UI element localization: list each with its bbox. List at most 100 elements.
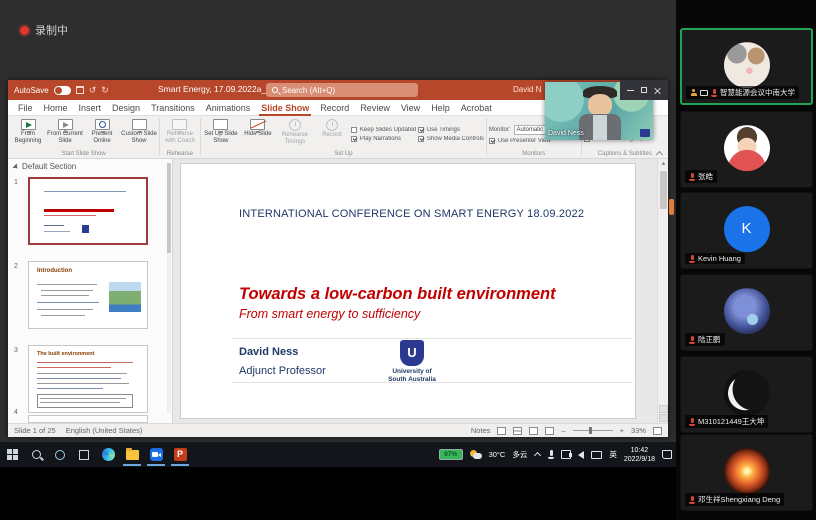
participant-tile[interactable]: 张皓 (680, 111, 813, 188)
slide-scrollbar[interactable]: ▲ (657, 159, 668, 423)
weather-icon[interactable] (470, 450, 482, 460)
language-indicator[interactable]: English (United States) (66, 426, 143, 435)
slide-1-thumbnail[interactable] (28, 177, 148, 245)
search-input[interactable]: Search (Alt+Q) (266, 83, 418, 97)
powerpoint-button[interactable]: P (168, 442, 192, 467)
tab-transitions[interactable]: Transitions (151, 103, 195, 113)
slide-3-thumbnail[interactable]: The built environment (28, 345, 148, 413)
tab-file[interactable]: File (18, 103, 33, 113)
date: 2022/9/18 (624, 455, 655, 464)
ppt-workspace: Default Section 1 2 Introduction (8, 159, 668, 423)
previous-slide-button[interactable] (659, 405, 668, 413)
participant-tile[interactable]: 智慧能源会议中南大学 (680, 28, 813, 105)
slide-4-thumbnail[interactable] (28, 415, 148, 423)
autosave-toggle[interactable] (54, 86, 71, 95)
record-button[interactable]: Record (314, 118, 350, 151)
thumbnail-scrollbar[interactable] (167, 163, 171, 413)
play-narrations-checkbox[interactable]: Play Narrations (351, 136, 417, 142)
account-name[interactable]: David N (513, 85, 541, 94)
university-logo: U University of South Australia (377, 340, 447, 383)
thumb-title: The built environment (37, 351, 94, 357)
recording-label: 录制中 (35, 22, 68, 38)
tab-insert[interactable]: Insert (79, 103, 102, 113)
mic-muted-icon (689, 496, 695, 504)
tab-slide-show[interactable]: Slide Show (261, 103, 309, 113)
meeting-camera-icon (150, 448, 163, 461)
hidden-icons-chevron[interactable] (534, 451, 541, 458)
from-beginning-button[interactable]: From Beginning (10, 118, 46, 151)
slideshow-view-icon[interactable] (545, 427, 554, 435)
ime-indicator[interactable]: 英 (609, 449, 617, 460)
scroll-up-icon[interactable]: ▲ (658, 159, 669, 169)
tab-view[interactable]: View (401, 103, 420, 113)
notes-button[interactable]: Notes (471, 426, 491, 435)
slide-canvas[interactable]: INTERNATIONAL CONFERENCE ON SMART ENERGY… (180, 163, 636, 419)
collapse-ribbon-icon[interactable] (656, 151, 664, 156)
scrollbar-thumb[interactable] (660, 171, 667, 209)
microphone-tray-icon[interactable] (548, 450, 554, 459)
zoom-slider[interactable] (573, 430, 613, 431)
weather-desc[interactable]: 多云 (512, 449, 527, 460)
action-center-icon[interactable] (662, 450, 672, 459)
show-media-controls-checkbox[interactable]: Show Media Controls (418, 136, 484, 142)
system-tray: 97% 30°C 多云 英 10:42 2022/9/18 (439, 446, 676, 464)
zoom-in-icon[interactable]: + (620, 426, 624, 435)
author-role: Adjunct Professor (239, 365, 326, 377)
reading-view-icon[interactable] (529, 427, 538, 435)
tab-acrobat[interactable]: Acrobat (461, 103, 492, 113)
keep-slides-updated-checkbox[interactable]: Keep Slides Updated (351, 127, 417, 133)
undo-icon[interactable]: ↺ (89, 86, 97, 95)
rehearse-timings-button[interactable]: Rehearse Timings (277, 118, 313, 151)
file-explorer-button[interactable] (120, 442, 144, 467)
cortana-button[interactable] (48, 442, 72, 467)
touch-keyboard-icon[interactable] (591, 451, 602, 459)
start-button[interactable] (0, 442, 24, 467)
tab-review[interactable]: Review (360, 103, 390, 113)
participant-name: M310121449王大坤 (698, 416, 764, 427)
volume-icon[interactable] (578, 451, 584, 459)
custom-slide-show-button[interactable]: Custom Slide Show (121, 118, 157, 151)
redo-icon[interactable]: ↻ (101, 86, 109, 95)
screen-share-icon (700, 90, 708, 96)
participant-tile[interactable]: 邓生祥Shengxiang Deng (680, 434, 813, 511)
tab-animations[interactable]: Animations (206, 103, 251, 113)
rehearse-with-coach-button[interactable]: Rehearse with Coach (162, 118, 198, 151)
save-icon[interactable] (76, 86, 84, 94)
use-timings-checkbox[interactable]: Use Timings (418, 127, 484, 133)
participant-tile[interactable]: M310121449王大坤 (680, 356, 813, 433)
tab-record[interactable]: Record (320, 103, 349, 113)
present-online-button[interactable]: Present Online (84, 118, 120, 151)
tab-home[interactable]: Home (44, 103, 68, 113)
maximize-icon[interactable] (641, 87, 647, 93)
from-current-slide-button[interactable]: From Current Slide (47, 118, 83, 151)
meeting-app-button[interactable] (144, 442, 168, 467)
minimize-icon[interactable] (627, 90, 634, 91)
participant-tile[interactable]: 陆正鹏 (680, 274, 813, 351)
participant-tile[interactable]: K Kevin Huang (680, 192, 813, 269)
shared-screen: 录制中 AutoSave ↺ ↻ Smart Energy, 17.09.202… (0, 0, 816, 520)
next-slide-button[interactable] (659, 414, 668, 422)
slide-sorter-icon[interactable] (513, 427, 522, 435)
custom-slide-show-icon (132, 119, 147, 130)
fit-to-window-icon[interactable] (653, 427, 662, 435)
tab-design[interactable]: Design (112, 103, 140, 113)
clock[interactable]: 10:42 2022/9/18 (624, 446, 655, 464)
thumb-image (109, 282, 141, 312)
zoom-out-icon[interactable]: – (561, 426, 565, 435)
section-header[interactable]: Default Section (8, 159, 172, 171)
slide-2-thumbnail[interactable]: Introduction (28, 261, 148, 329)
task-view-button[interactable] (72, 442, 96, 467)
tab-help[interactable]: Help (431, 103, 450, 113)
zoom-level[interactable]: 33% (631, 426, 646, 435)
close-icon[interactable] (654, 87, 661, 94)
cortana-icon (55, 450, 65, 460)
set-up-slide-show-button[interactable]: Set Up Slide Show (203, 118, 239, 151)
weather-temp[interactable]: 30°C (489, 450, 506, 459)
normal-view-icon[interactable] (497, 427, 506, 435)
thumb-callout-box (37, 394, 133, 408)
taskbar-search-button[interactable] (24, 442, 48, 467)
hide-slide-button[interactable]: Hide Slide (240, 118, 276, 151)
folder-icon (126, 450, 139, 460)
battery-icon[interactable]: 97% (439, 449, 463, 460)
edge-button[interactable] (96, 442, 120, 467)
